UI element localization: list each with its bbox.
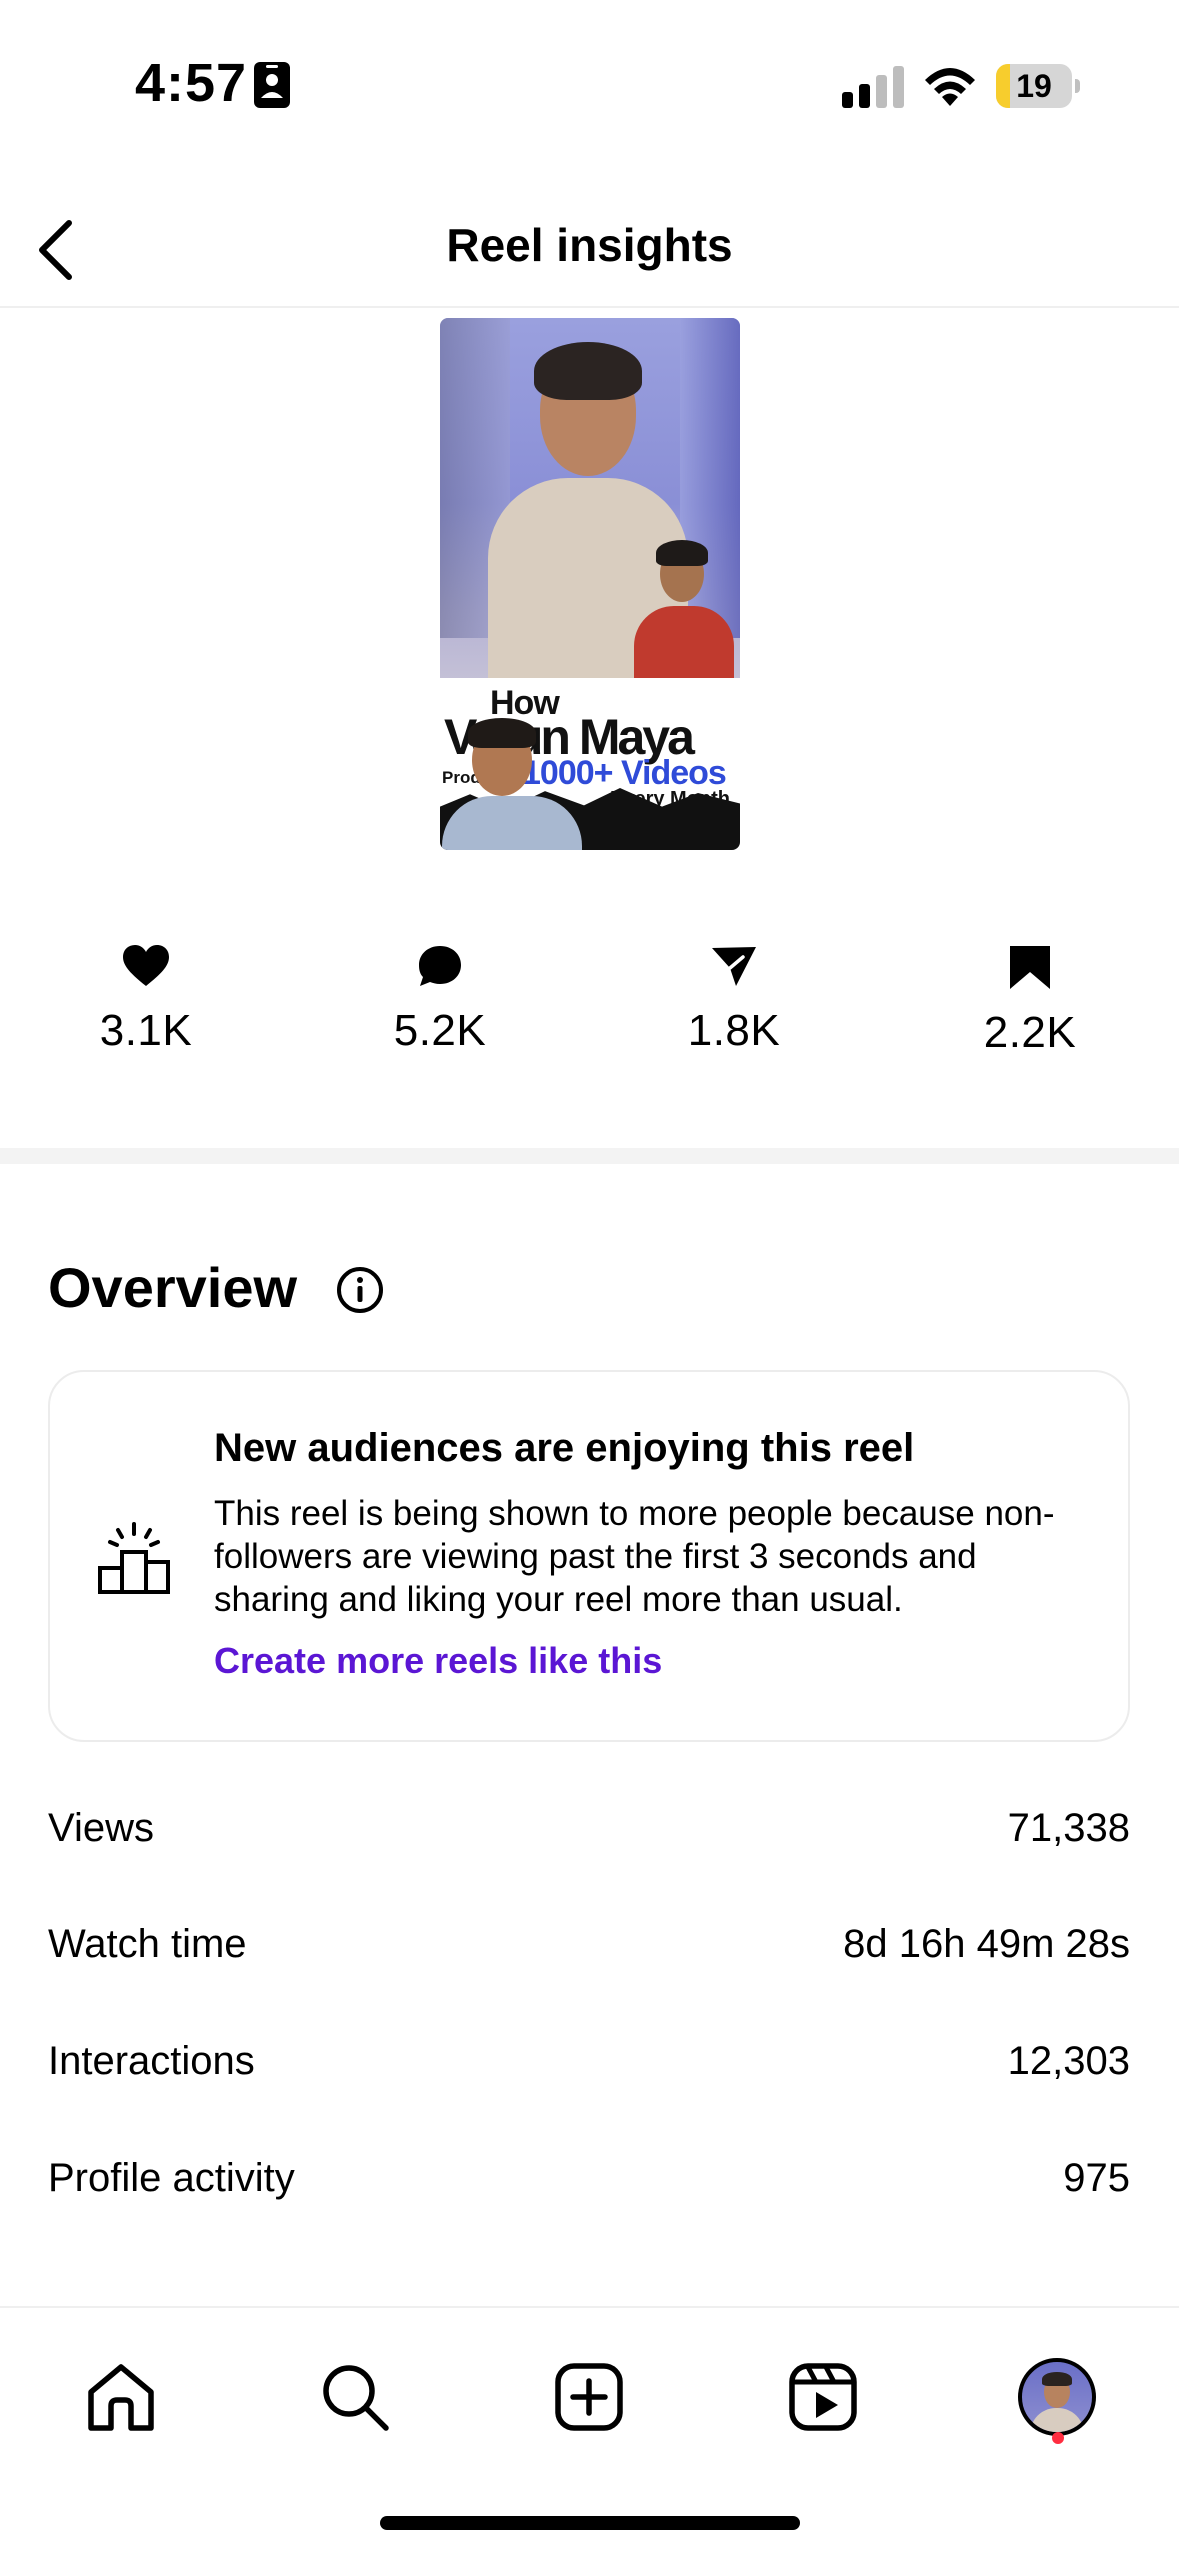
bookmark-icon: [1010, 946, 1050, 989]
metric-row-watch-time[interactable]: Watch time 8d 16h 49m 28s: [48, 1922, 1130, 1982]
section-divider: [0, 1148, 1179, 1164]
saves-stat: 2.2K: [930, 944, 1130, 1058]
reel-thumbnail[interactable]: How Varun Maya Produces 1000+ Videos Eve…: [440, 318, 740, 850]
status-bar: 4:57 19: [0, 0, 1179, 150]
metric-row-profile-activity[interactable]: Profile activity 975: [48, 2156, 1130, 2216]
page-title: Reel insights: [446, 219, 733, 271]
battery-icon: 19: [996, 64, 1080, 108]
reels-icon: [789, 2363, 857, 2431]
shares-count: 1.8K: [687, 1006, 781, 1055]
metric-label: Profile activity: [48, 2156, 295, 2200]
thumbnail-guest2-image: [442, 718, 582, 850]
profile-avatar: [1018, 2358, 1096, 2436]
metric-row-views[interactable]: Views 71,338: [48, 1806, 1130, 1866]
saves-count: 2.2K: [983, 1008, 1077, 1057]
shares-stat: 1.8K: [634, 944, 834, 1056]
metric-row-interactions[interactable]: Interactions 12,303: [48, 2039, 1130, 2099]
search-icon: [323, 2365, 389, 2431]
create-more-reels-link[interactable]: Create more reels like this: [214, 1640, 662, 1682]
nav-reels[interactable]: [778, 2352, 868, 2442]
nav-create[interactable]: [544, 2352, 634, 2442]
home-indicator[interactable]: [380, 2516, 800, 2530]
signal-icon: [842, 66, 904, 108]
info-icon[interactable]: [336, 1266, 384, 1314]
insight-card-body: This reel is being shown to more people …: [214, 1494, 1055, 1619]
likes-count: 3.1K: [99, 1006, 193, 1055]
nav-search[interactable]: [310, 2352, 400, 2442]
contact-card-icon: [254, 62, 290, 108]
overview-title: Overview: [48, 1256, 298, 1319]
create-icon: [555, 2363, 623, 2431]
comments-count: 5.2K: [393, 1006, 487, 1055]
metric-label: Watch time: [48, 1922, 247, 1966]
metric-value: 71,338: [1007, 1806, 1130, 1850]
metric-value: 12,303: [1007, 2039, 1130, 2083]
wifi-icon: [925, 68, 975, 106]
likes-stat: 3.1K: [46, 944, 246, 1056]
comment-icon: [419, 946, 461, 986]
home-icon: [88, 2364, 154, 2431]
nav-home[interactable]: [76, 2352, 166, 2442]
insight-card-title: New audiences are enjoying this reel: [214, 1426, 915, 1470]
share-icon: [712, 947, 756, 986]
metric-value: 975: [1063, 2156, 1130, 2200]
header: Reel insights: [0, 190, 1179, 308]
notification-dot: [1052, 2432, 1064, 2444]
heart-icon: [123, 945, 169, 986]
thumbnail-guest-image: [622, 540, 734, 690]
battery-percent: 19: [1016, 68, 1052, 104]
status-time: 4:57: [135, 53, 248, 113]
insight-card: New audiences are enjoying this reel Thi…: [48, 1370, 1130, 1742]
nav-profile[interactable]: [1012, 2352, 1102, 2442]
podium-icon: [98, 1522, 170, 1594]
comments-stat: 5.2K: [340, 944, 540, 1056]
metric-value: 8d 16h 49m 28s: [843, 1922, 1130, 1966]
metric-label: Interactions: [48, 2039, 255, 2083]
metric-label: Views: [48, 1806, 154, 1850]
